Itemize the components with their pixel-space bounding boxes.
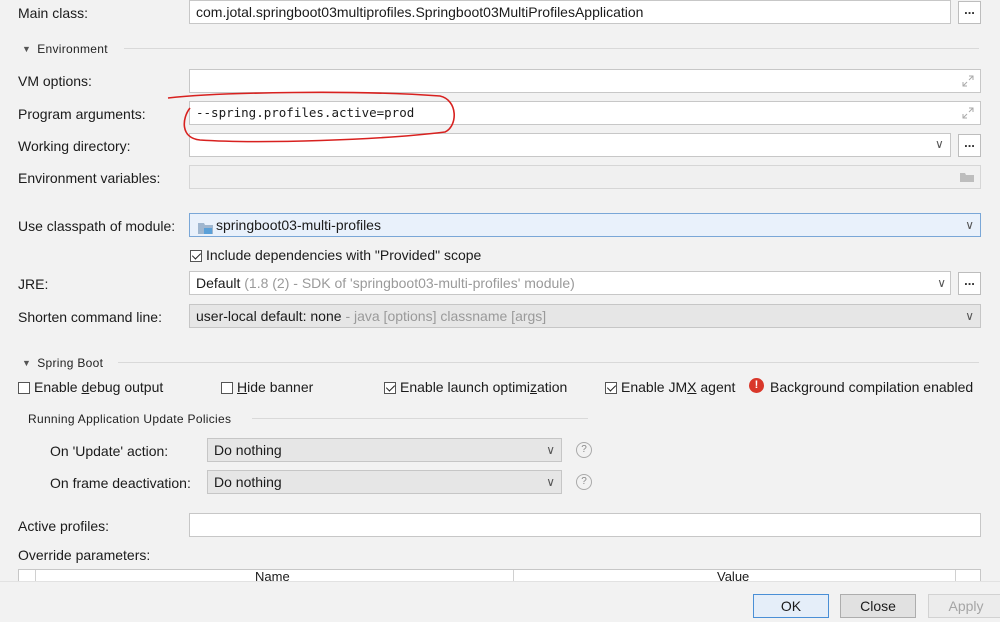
checkbox-box bbox=[190, 250, 202, 262]
on-frame-deactivation-select[interactable]: Do nothing ∨ bbox=[207, 470, 562, 494]
chevron-down-icon: ∨ bbox=[965, 309, 974, 323]
chevron-down-icon: ∨ bbox=[546, 443, 555, 457]
debug-output-label-post: ebug output bbox=[89, 379, 164, 395]
column-divider bbox=[35, 570, 36, 581]
shorten-value: user-local default: none bbox=[196, 308, 342, 324]
checkbox-box bbox=[384, 382, 396, 394]
jre-value: Default bbox=[196, 275, 241, 291]
on-frame-value: Do nothing bbox=[214, 474, 282, 490]
working-directory-label: Working directory: bbox=[18, 138, 131, 154]
jmx-label-post: agent bbox=[696, 379, 736, 395]
spring-boot-title: Spring Boot bbox=[37, 356, 104, 370]
on-update-select[interactable]: Do nothing ∨ bbox=[207, 438, 562, 462]
classpath-module-value: springboot03-multi-profiles bbox=[216, 217, 381, 233]
program-arguments-label: Program arguments: bbox=[18, 106, 146, 122]
chevron-down-icon: ∨ bbox=[546, 475, 555, 489]
environment-variables-field[interactable] bbox=[189, 165, 981, 189]
jmx-mnemonic: X bbox=[687, 379, 697, 395]
jre-detail: (1.8 (2) - SDK of 'springboot03-multi-pr… bbox=[244, 275, 575, 291]
checkbox-box bbox=[605, 382, 617, 394]
update-policies-divider bbox=[252, 418, 588, 419]
checkbox-box bbox=[18, 382, 30, 394]
environment-section-header[interactable]: ▼ Environment bbox=[22, 42, 108, 57]
hide-banner-checkbox[interactable]: Hide banner bbox=[221, 378, 313, 396]
expand-icon[interactable] bbox=[962, 107, 974, 119]
working-directory-browse-button[interactable]: ... bbox=[958, 134, 981, 157]
close-button[interactable]: Close bbox=[840, 594, 916, 618]
environment-title: Environment bbox=[37, 42, 108, 56]
chevron-down-icon[interactable]: ∨ bbox=[935, 137, 944, 151]
main-class-label: Main class: bbox=[18, 5, 89, 21]
shorten-command-line-label: Shorten command line: bbox=[18, 309, 162, 325]
jre-label: JRE: bbox=[18, 276, 49, 292]
active-profiles-field[interactable] bbox=[189, 513, 981, 537]
enable-jmx-agent-checkbox[interactable]: Enable JMX agent bbox=[605, 378, 735, 396]
annotation-ellipse bbox=[167, 91, 455, 143]
override-parameters-table[interactable]: Name Value bbox=[18, 569, 981, 581]
jre-browse-button[interactable]: ... bbox=[958, 272, 981, 295]
main-class-browse-button[interactable]: ... bbox=[958, 1, 981, 24]
help-icon[interactable]: ? bbox=[576, 474, 592, 490]
hide-banner-mnemonic: H bbox=[237, 379, 248, 395]
on-update-label: On 'Update' action: bbox=[50, 443, 169, 459]
classpath-module-select[interactable]: springboot03-multi-profiles ∨ bbox=[189, 213, 981, 237]
environment-divider bbox=[124, 48, 979, 49]
folder-icon[interactable] bbox=[959, 171, 975, 183]
on-update-value: Do nothing bbox=[214, 442, 282, 458]
collapse-triangle-icon: ▼ bbox=[22, 44, 32, 54]
checkbox-box bbox=[221, 382, 233, 394]
shorten-detail: - java [options] classname [args] bbox=[345, 308, 547, 324]
ok-button[interactable]: OK bbox=[753, 594, 829, 618]
debug-output-label-pre: Enable bbox=[34, 379, 82, 395]
shorten-command-line-select[interactable]: user-local default: none - java [options… bbox=[189, 304, 981, 328]
expand-icon[interactable] bbox=[962, 75, 974, 87]
active-profiles-label: Active profiles: bbox=[18, 518, 110, 534]
vm-options-label: VM options: bbox=[18, 73, 92, 89]
column-header-value[interactable]: Value bbox=[717, 570, 749, 581]
launch-opt-label-pre: Enable launch optimi bbox=[400, 379, 530, 395]
launch-opt-mnemonic: z bbox=[529, 379, 537, 395]
launch-opt-label-post: ation bbox=[536, 379, 568, 395]
enable-launch-optimization-checkbox[interactable]: Enable launch optimization bbox=[384, 378, 567, 396]
module-folder-icon bbox=[198, 219, 213, 234]
help-icon[interactable]: ? bbox=[576, 442, 592, 458]
include-provided-checkbox[interactable]: Include dependencies with "Provided" sco… bbox=[190, 246, 481, 264]
hide-banner-label-post: ide banner bbox=[247, 379, 314, 395]
column-divider bbox=[955, 570, 956, 581]
chevron-down-icon: ∨ bbox=[965, 218, 974, 232]
collapse-triangle-icon: ▼ bbox=[22, 358, 32, 368]
main-class-field[interactable]: com.jotal.springboot03multiprofiles.Spri… bbox=[189, 0, 951, 24]
enable-debug-output-checkbox[interactable]: Enable debug output bbox=[18, 378, 163, 396]
on-frame-deactivation-label: On frame deactivation: bbox=[50, 475, 191, 491]
column-divider bbox=[513, 570, 514, 581]
environment-variables-label: Environment variables: bbox=[18, 170, 161, 186]
background-compilation-label: Background compilation enabled bbox=[770, 379, 974, 395]
column-header-name[interactable]: Name bbox=[255, 570, 290, 581]
jmx-label-pre: Enable JM bbox=[621, 379, 688, 395]
update-policies-title: Running Application Update Policies bbox=[28, 412, 232, 426]
classpath-module-label: Use classpath of module: bbox=[18, 218, 176, 234]
error-icon: ! bbox=[749, 378, 764, 393]
jre-select[interactable]: Default (1.8 (2) - SDK of 'springboot03-… bbox=[189, 271, 951, 295]
chevron-down-icon: ∨ bbox=[937, 276, 946, 290]
override-parameters-label: Override parameters: bbox=[18, 547, 151, 563]
include-provided-label: Include dependencies with "Provided" sco… bbox=[206, 247, 482, 263]
spring-boot-divider bbox=[118, 362, 979, 363]
apply-button[interactable]: Apply bbox=[928, 594, 1000, 618]
spring-boot-section-header[interactable]: ▼ Spring Boot bbox=[22, 356, 103, 371]
